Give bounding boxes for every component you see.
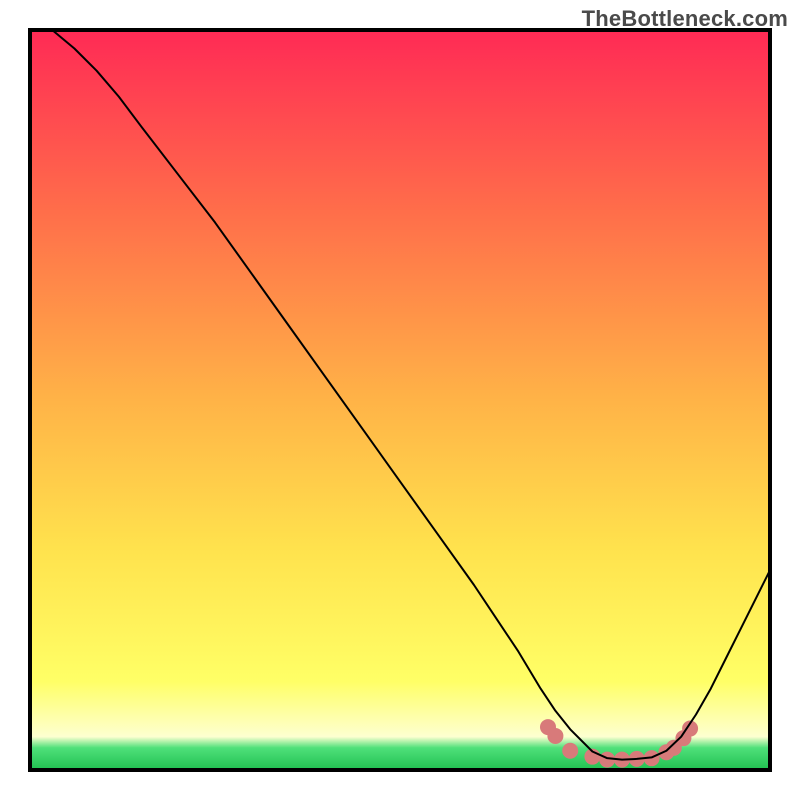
plot-background: [30, 30, 770, 770]
bottleneck-curve-chart: [0, 0, 800, 800]
chart-container: TheBottleneck.com: [0, 0, 800, 800]
highlight-dot: [562, 743, 578, 759]
watermark-text: TheBottleneck.com: [582, 6, 788, 32]
highlight-dot: [547, 728, 563, 744]
